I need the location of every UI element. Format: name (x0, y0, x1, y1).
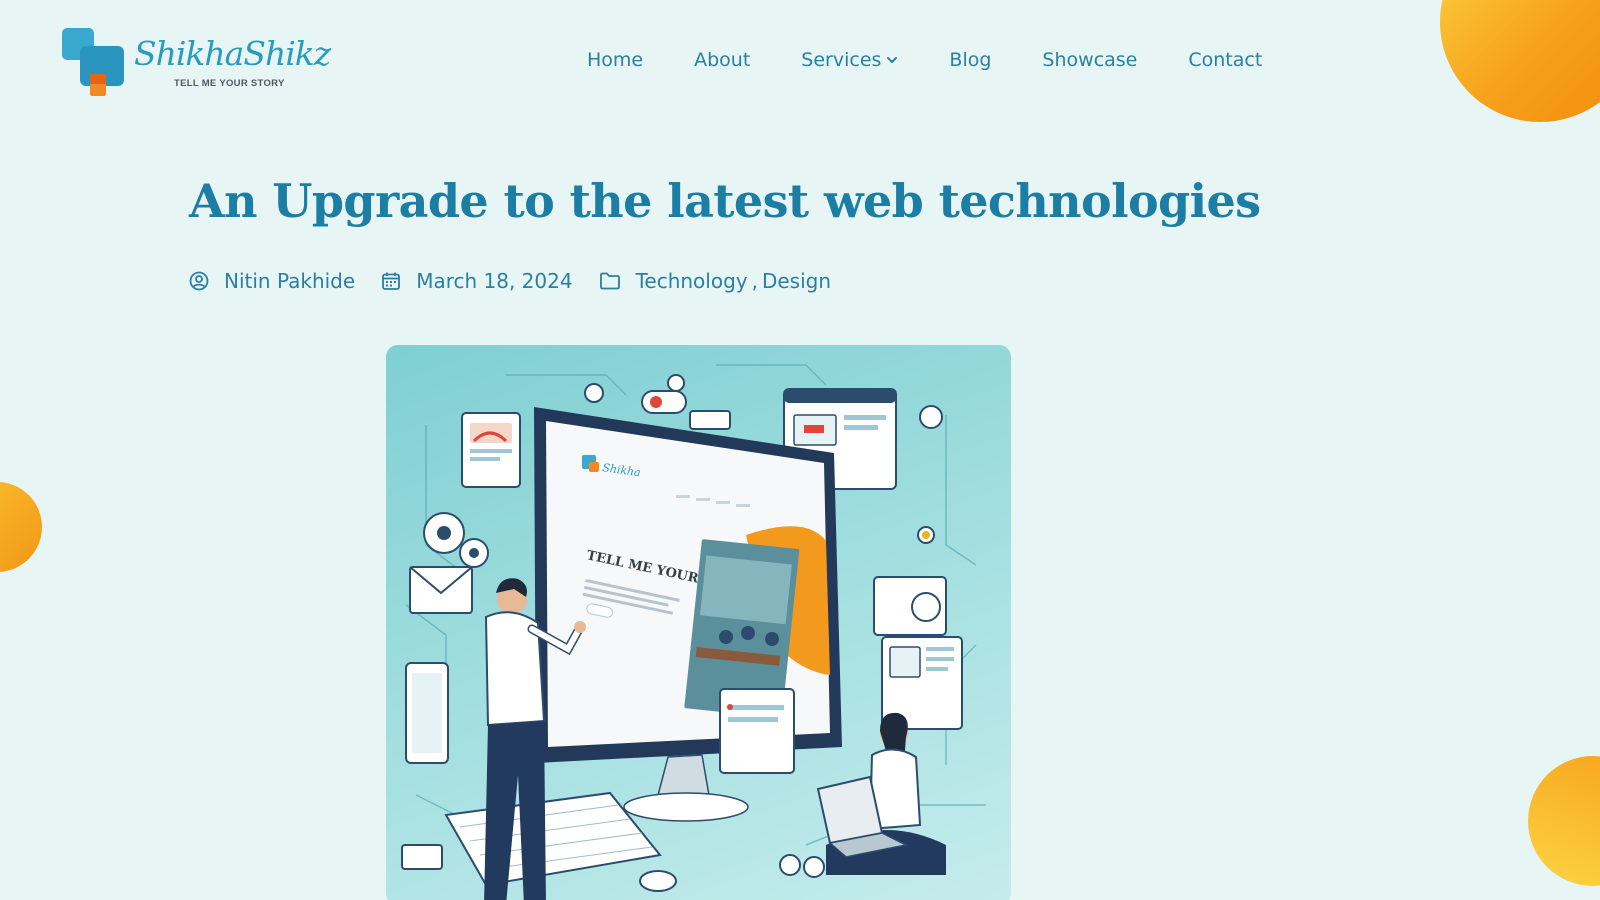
category-separator: , (751, 269, 758, 293)
folder-icon (599, 272, 620, 290)
user-circle-icon (189, 271, 209, 291)
nav-services-label: Services (801, 49, 882, 71)
logo-mark-icon (62, 28, 124, 96)
nav-blog[interactable]: Blog (949, 49, 991, 71)
post-meta: Nitin Pakhide March 18, 2024 Technology … (189, 269, 857, 293)
nav-contact-label: Contact (1188, 49, 1263, 71)
post-author-name: Nitin Pakhide (224, 269, 356, 293)
post-author[interactable]: Nitin Pakhide (189, 269, 355, 293)
decorative-blob-bottom-right (1528, 756, 1600, 886)
nav-showcase[interactable]: Showcase (1042, 49, 1137, 71)
logo-tagline: TELL ME YOUR STORY (174, 78, 285, 89)
nav-home[interactable]: Home (587, 49, 643, 71)
nav-services[interactable]: Services (801, 49, 898, 71)
main-nav: Home About Services Blog Showcase Contac… (587, 49, 1262, 71)
chevron-down-icon (887, 57, 898, 63)
post-title: An Upgrade to the latest web technologie… (189, 174, 1261, 228)
calendar-icon (382, 272, 401, 290)
nav-about-label: About (694, 49, 751, 71)
decorative-blob-left (0, 482, 42, 572)
nav-showcase-label: Showcase (1042, 49, 1138, 71)
logo-wordmark: ShikhaShikz (134, 34, 331, 73)
post-categories: Technology , Design (599, 269, 831, 293)
post-date: March 18, 2024 (381, 269, 573, 293)
nav-contact[interactable]: Contact (1188, 49, 1262, 71)
hero-illustration: Shikha TELL ME YOUR STORY (401, 364, 986, 900)
nav-about[interactable]: About (694, 49, 750, 71)
category-link-design[interactable]: Design (762, 269, 831, 293)
category-link-technology[interactable]: Technology (636, 269, 748, 293)
site-logo[interactable]: ShikhaShikz TELL ME YOUR STORY (62, 28, 331, 100)
nav-home-label: Home (587, 49, 644, 71)
decorative-blob-top-right (1440, 0, 1600, 122)
hero-image: Shikha TELL ME YOUR STORY (386, 345, 1011, 900)
nav-blog-label: Blog (949, 49, 992, 71)
post-date-text: March 18, 2024 (416, 269, 573, 293)
